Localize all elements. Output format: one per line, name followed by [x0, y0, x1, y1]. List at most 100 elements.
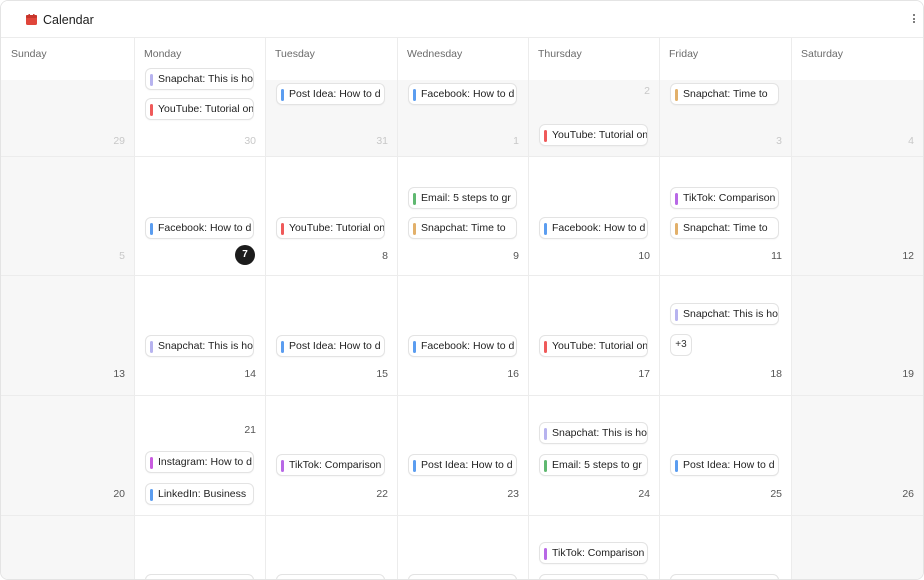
event-color-bar [544, 130, 547, 142]
event-label: TikTok: Comparison [289, 459, 382, 471]
day-number: 3 [776, 135, 782, 147]
day-number: 14 [244, 368, 256, 380]
event-chip-email-5-steps-to-gr[interactable]: Email: 5 steps to gr [539, 454, 648, 476]
event-chip-youtube-tutorial-on[interactable]: YouTube: Tutorial on [145, 98, 254, 120]
calendar-icon [26, 14, 37, 25]
calendar-header: Calendar [1, 1, 923, 38]
event-chip-post-idea-how-to-d[interactable]: Post Idea: How to d [408, 454, 517, 476]
event-color-bar [413, 223, 416, 235]
day-number: 12 [902, 250, 914, 262]
more-options-icon[interactable] [911, 13, 917, 27]
event-chip-tiktok-comparison[interactable]: TikTok: Comparison [670, 187, 779, 209]
event-chip-event[interactable] [539, 574, 648, 579]
weekday-label: Saturday [801, 48, 844, 60]
event-chip-snapchat-time-to[interactable]: Snapchat: Time to [670, 217, 779, 239]
event-label: LinkedIn: Business [158, 488, 247, 500]
event-chip-snapchat-this-is-ho[interactable]: Snapchat: This is ho [145, 335, 254, 357]
day-cell[interactable] [397, 515, 528, 579]
weekday-header-wednesday: Wednesday [397, 38, 528, 80]
event-chip-event[interactable] [670, 574, 779, 579]
column-divider [659, 37, 660, 579]
event-chip-event[interactable] [145, 574, 254, 579]
event-chip-snapchat-this-is-ho[interactable]: Snapchat: This is ho [670, 303, 779, 325]
event-chip-tiktok-comparison[interactable]: TikTok: Comparison [276, 454, 385, 476]
event-color-bar [413, 460, 416, 472]
event-chip-facebook-how-to-d[interactable]: Facebook: How to d [539, 217, 648, 239]
event-label: TikTok: Comparison [683, 192, 776, 204]
day-number: 21 [244, 424, 256, 436]
event-label: Post Idea: How to d [421, 459, 513, 471]
event-label: Snapchat: Time to [683, 88, 768, 100]
event-chip-snapchat-this-is-ho[interactable]: Snapchat: This is ho [539, 422, 648, 444]
event-color-bar [281, 460, 284, 472]
event-chip-youtube-tutorial-on[interactable]: YouTube: Tutorial on [539, 124, 648, 146]
day-number: 22 [376, 488, 388, 500]
day-number: 13 [113, 368, 125, 380]
day-cell[interactable] [265, 515, 397, 579]
event-chip-linkedin-business[interactable]: LinkedIn: Business [145, 483, 254, 505]
row-divider [1, 156, 923, 157]
event-label: YouTube: Tutorial on [158, 103, 254, 115]
event-label: Facebook: How to d [421, 88, 515, 100]
day-number: 10 [638, 250, 650, 262]
event-chip-email-5-steps-to-gr[interactable]: Email: 5 steps to gr [408, 187, 517, 209]
event-color-bar [413, 193, 416, 205]
column-divider [528, 37, 529, 579]
day-number: 31 [376, 135, 388, 147]
day-number: 4 [908, 135, 914, 147]
day-cell[interactable] [1, 515, 134, 579]
today-marker[interactable]: 7 [235, 245, 255, 265]
more-events-button[interactable]: +3 [670, 334, 692, 356]
day-cell[interactable] [134, 515, 265, 579]
column-divider [265, 37, 266, 579]
event-label: Instagram: How to d [158, 456, 252, 468]
day-cell[interactable] [791, 515, 923, 579]
event-chip-event[interactable] [276, 574, 385, 579]
event-chip-post-idea-how-to-d[interactable]: Post Idea: How to d [276, 83, 385, 105]
weekday-label: Sunday [11, 48, 47, 60]
event-chip-facebook-how-to-d[interactable]: Facebook: How to d [408, 335, 517, 357]
event-chip-snapchat-time-to[interactable]: Snapchat: Time to [670, 83, 779, 105]
event-chip-snapchat-this-is-ho[interactable]: Snapchat: This is ho [145, 68, 254, 90]
event-color-bar [675, 223, 678, 235]
event-label: Snapchat: This is ho [158, 73, 253, 85]
event-chip-facebook-how-to-d[interactable]: Facebook: How to d [408, 83, 517, 105]
day-number: 17 [638, 368, 650, 380]
event-chip-youtube-tutorial-on[interactable]: YouTube: Tutorial on [276, 217, 385, 239]
event-chip-instagram-how-to-d[interactable]: Instagram: How to d [145, 451, 254, 473]
weekday-header-sunday: Sunday [1, 38, 134, 80]
event-label: YouTube: Tutorial on [552, 129, 648, 141]
event-label: Snapchat: This is ho [683, 308, 778, 320]
page-title: Calendar [43, 13, 94, 27]
weekday-label: Friday [669, 48, 699, 60]
day-number: 11 [771, 250, 782, 262]
weekday-label: Monday [144, 48, 182, 60]
event-color-bar [150, 223, 153, 235]
day-number: 16 [507, 368, 519, 380]
event-label: Snapchat: This is ho [552, 427, 647, 439]
event-color-bar [413, 341, 416, 353]
event-chip-event[interactable] [408, 574, 517, 579]
event-chip-facebook-how-to-d[interactable]: Facebook: How to d [145, 217, 254, 239]
row-divider [1, 275, 923, 276]
event-label: YouTube: Tutorial on [552, 340, 648, 352]
weekday-label: Wednesday [407, 48, 463, 60]
event-chip-post-idea-how-to-d[interactable]: Post Idea: How to d [276, 335, 385, 357]
event-chip-post-idea-how-to-d[interactable]: Post Idea: How to d [670, 454, 779, 476]
weekday-header-friday: Friday [659, 38, 791, 80]
event-label: Facebook: How to d [552, 222, 646, 234]
event-chip-tiktok-comparison[interactable]: TikTok: Comparison [539, 542, 648, 564]
day-number: 26 [902, 488, 914, 500]
day-number: 25 [770, 488, 782, 500]
weekday-header-saturday: Saturday [791, 38, 923, 80]
event-color-bar [544, 428, 547, 440]
weekday-header-thursday: Thursday [528, 38, 659, 80]
event-color-bar [675, 309, 678, 321]
event-chip-snapchat-time-to[interactable]: Snapchat: Time to [408, 217, 517, 239]
day-cell[interactable] [659, 515, 791, 579]
day-number: 29 [113, 135, 125, 147]
event-label: Post Idea: How to d [683, 459, 775, 471]
event-chip-youtube-tutorial-on[interactable]: YouTube: Tutorial on [539, 335, 648, 357]
calendar-widget: Calendar Sunday Monday Tuesday Wednesday Thu… [0, 0, 924, 580]
event-color-bar [544, 548, 547, 560]
